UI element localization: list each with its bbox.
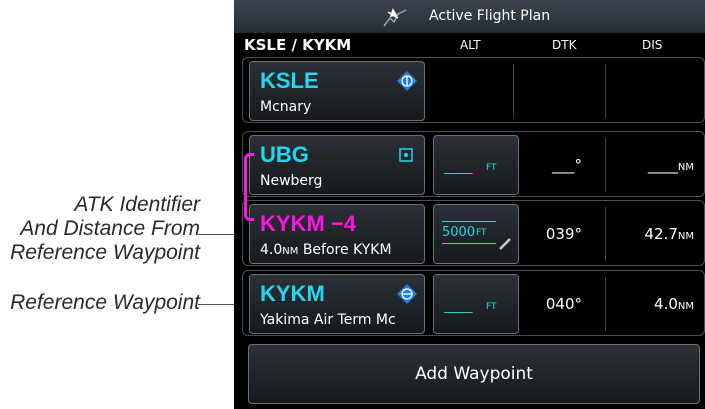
airport-icon [397,284,417,304]
altitude-button[interactable]: _____ FT [433,274,519,334]
waypoint-button-kykm[interactable]: KYKM Yakima Air Term Mc [249,274,425,334]
altitude-unit: FT [486,163,497,173]
waypoint-name: Mcnary [260,99,312,115]
distance: 42.7NM [644,225,694,243]
altitude-underline [442,243,496,244]
desired-track: ___° [552,156,582,174]
column-header: KSLE / KYKM ALT DTK DIS [234,34,705,54]
altitude-unit: FT [476,228,487,238]
altitude-unit: FT [486,302,497,312]
flight-plan-row: KYKM Yakima Air Term Mc _____ FT 040° 4.… [242,270,705,336]
pencil-icon [499,238,511,250]
flight-plan-screen: Active Flight Plan KSLE / KYKM ALT DTK D… [234,0,705,409]
waypoint-name: Newberg [260,173,323,189]
desired-track: 040° [545,295,582,313]
vor-icon [399,148,413,162]
altitude-overline [442,221,496,222]
callout-atk-line-2: And Distance From [20,217,200,240]
waypoint-identifier: KYKM [260,281,325,306]
atk-bracket [244,153,254,221]
atk-distance: 4.0 [260,242,283,258]
atk-distance-unit: NM [282,246,299,257]
distance-unit: NM [677,301,694,312]
altitude-value: _____ [444,160,472,175]
add-waypoint-button[interactable]: Add Waypoint [248,344,700,404]
waypoint-button-atk[interactable]: KYKM −4 4.0NM Before KYKM [249,204,425,264]
waypoint-name: Yakima Air Term Mc [260,312,396,328]
waypoint-button-ubg[interactable]: UBG Newberg [249,135,425,195]
altitude-button[interactable]: 5000 FT [433,204,519,264]
distance-unit: NM [677,231,694,242]
column-divider [513,64,514,118]
callout-atk-line-3: Reference Waypoint [10,241,200,264]
callout-atk-line-1: ATK Identifier [74,193,200,216]
callout-atk-identifier: ATK Identifier And Distance From Referen… [0,193,200,265]
flight-plan-row: KYKM −4 4.0NM Before KYKM 5000 FT 039° 4… [242,200,705,266]
route-label: KSLE / KYKM [244,36,352,54]
column-dis: DIS [642,38,663,52]
column-dtk: DTK [552,38,577,52]
page-title: Active Flight Plan [429,8,551,24]
column-divider [605,64,606,118]
altitude-value: _____ [444,299,472,314]
airplane-route-icon [383,8,407,27]
altitude-value: 5000 [442,225,476,240]
title-bar: Active Flight Plan [234,0,705,33]
distance-value: 4.0 [654,295,678,313]
waypoint-identifier: KSLE [260,68,319,93]
waypoint-button-ksle[interactable]: KSLE Mcnary [249,61,425,121]
airport-icon [397,71,417,91]
column-divider [605,138,606,192]
waypoint-identifier: KYKM −4 [260,211,356,236]
column-divider [605,277,606,331]
flight-plan-row: KSLE Mcnary [242,57,705,123]
distance-unit: NM [677,162,694,173]
callout-reference-waypoint: Reference Waypoint [10,291,200,314]
desired-track: 039° [545,225,582,243]
distance-value: 42.7 [644,225,678,243]
atk-reference: Before KYKM [298,242,392,258]
altitude-button[interactable]: _____ FT [433,135,519,195]
waypoint-identifier: UBG [260,142,309,167]
distance-value: ____ [647,156,678,174]
waypoint-name: 4.0NM Before KYKM [260,242,392,258]
flight-plan-row: UBG Newberg _____ FT ___° ____NM [242,131,705,197]
column-divider [605,207,606,261]
distance: ____NM [648,156,694,174]
distance: 4.0NM [654,295,694,313]
column-alt: ALT [460,38,481,52]
